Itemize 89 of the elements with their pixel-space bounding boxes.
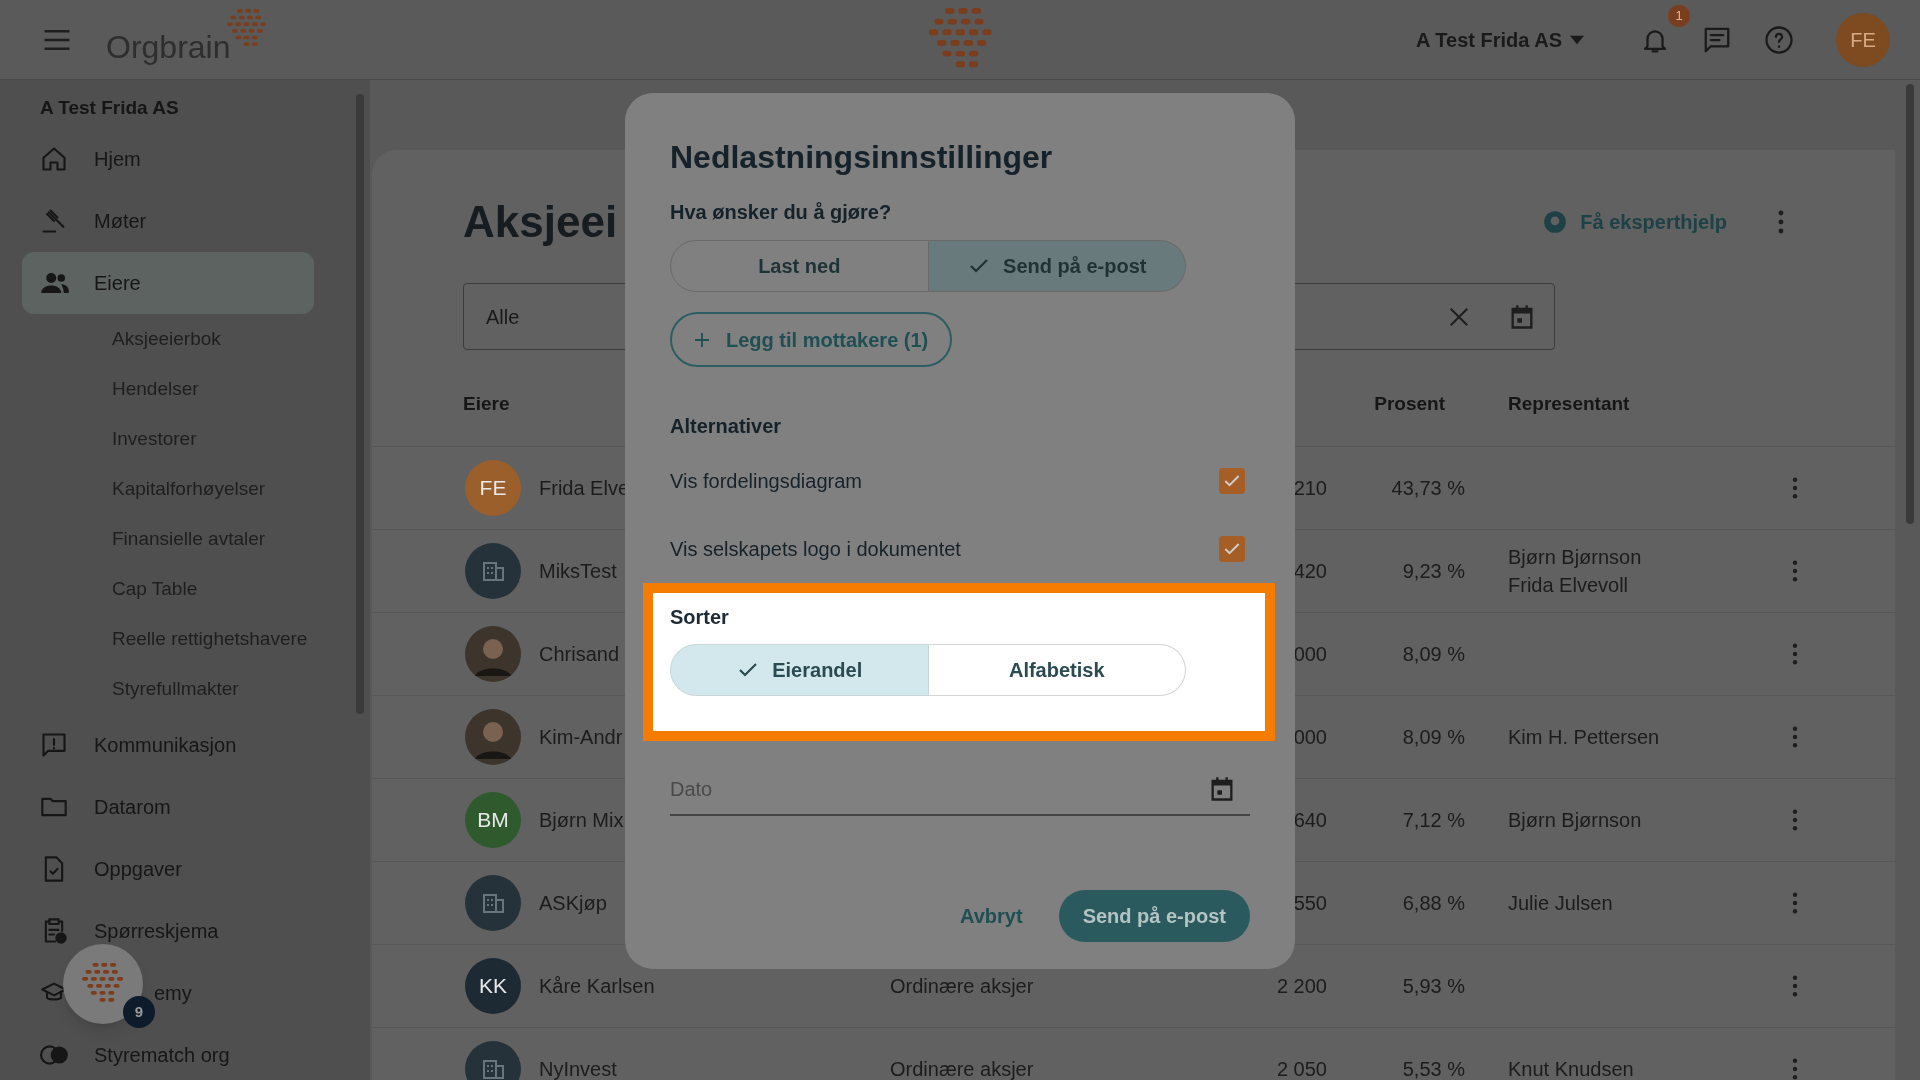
menu-icon[interactable]	[42, 27, 72, 52]
owner-name[interactable]: ASKjøp	[539, 892, 607, 914]
ownership-percent: 6,88 %	[1402, 892, 1465, 914]
row-menu-icon[interactable]	[1792, 643, 1798, 665]
sidebar-item[interactable]: Oppgaver	[94, 854, 182, 884]
share-count: 210	[1293, 477, 1327, 499]
home-icon	[40, 145, 68, 173]
expert-help-link[interactable]: Få eksperthjelp	[1542, 207, 1727, 237]
ownership-percent: 8,09 %	[1402, 726, 1465, 748]
representative-name: Frida Elvevoll	[1508, 573, 1630, 598]
sidebar-item[interactable]: Kommunikasjon	[94, 730, 237, 760]
user-avatar[interactable]: FE	[1836, 12, 1890, 67]
column-header[interactable]: Prosent	[1327, 389, 1445, 419]
sidebar-item[interactable]: Datarom	[94, 792, 171, 822]
row-menu-icon[interactable]	[1792, 809, 1798, 831]
share-count: 000	[1293, 643, 1327, 665]
ownership-percent: 5,53 %	[1402, 1058, 1465, 1080]
row-menu-icon[interactable]	[1792, 726, 1798, 748]
row-menu-icon[interactable]	[1792, 892, 1798, 914]
share-count: 550	[1293, 892, 1327, 914]
clear-icon[interactable]	[1448, 305, 1470, 328]
company-selector[interactable]: A Test Frida AS	[1416, 24, 1584, 55]
avatar: KK	[465, 958, 521, 1014]
share-count: 640	[1293, 809, 1327, 831]
ownership-percent: 7,12 %	[1402, 809, 1465, 831]
company-avatar-icon	[465, 875, 521, 931]
checkbox[interactable]	[1219, 468, 1245, 494]
caret-icon	[1570, 34, 1584, 45]
column-header[interactable]: Representant	[1508, 389, 1630, 419]
scrollbar[interactable]	[1906, 84, 1914, 524]
sidebar-item[interactable]: Møter	[94, 206, 147, 236]
section-heading: Alternativer	[670, 414, 783, 438]
notification-count: 1	[1668, 4, 1690, 27]
sidebar-item[interactable]: Spørreskjema	[94, 916, 219, 946]
row-menu-icon[interactable]	[1792, 975, 1798, 997]
toggle-option[interactable]: Eierandel	[670, 644, 929, 696]
share-count: 2 050	[1276, 1058, 1327, 1080]
section-heading: Sorter	[670, 605, 730, 629]
option-label: Vis fordelingsdiagram	[670, 469, 862, 494]
row-menu-icon[interactable]	[1792, 1058, 1798, 1080]
company-avatar-icon	[465, 543, 521, 599]
send-email-button[interactable]: Send på e-post	[1058, 890, 1250, 942]
sidebar-item[interactable]: emy	[154, 978, 192, 1008]
toggle-option[interactable]: Last ned	[670, 240, 929, 292]
cancel-button[interactable]: Avbryt	[954, 890, 1029, 942]
help-badge: 9	[123, 996, 155, 1028]
company-name: A Test Frida AS	[39, 96, 180, 118]
person-avatar-icon	[465, 709, 521, 765]
share-class: Ordinære aksjer	[890, 1058, 1034, 1080]
add-recipients-button[interactable]: Legg til mottakere (1)	[670, 312, 953, 367]
checkbox[interactable]	[1219, 536, 1245, 562]
toggle-option[interactable]: Alfabetisk	[928, 644, 1186, 696]
avatar: FE	[465, 460, 521, 516]
avatar: BM	[465, 792, 521, 848]
sidebar-item[interactable]: Hjem	[94, 144, 141, 174]
page-title: Aksjeei	[463, 196, 618, 248]
chat-alert-icon	[40, 731, 68, 759]
representative-name: Julie Julsen	[1508, 891, 1614, 916]
brain-logo-icon	[82, 963, 124, 1005]
representative-name: Bjørn Bjørnson	[1508, 808, 1643, 833]
ownership-percent: 43,73 %	[1391, 477, 1465, 499]
ownership-percent: 5,93 %	[1402, 975, 1465, 997]
share-count: 420	[1293, 560, 1327, 582]
owner-name[interactable]: NyInvest	[539, 1058, 617, 1080]
person-avatar-icon	[465, 626, 521, 682]
ownership-percent: 8,09 %	[1402, 643, 1465, 665]
owner-name[interactable]: MiksTest	[539, 560, 617, 582]
representative-name: Bjørn Bjørnson	[1508, 545, 1643, 570]
representative-name: Knut Knudsen	[1508, 1057, 1635, 1080]
more-icon[interactable]	[1777, 210, 1785, 234]
owner-name[interactable]: Chrisand	[539, 643, 620, 665]
toggle-option[interactable]: Send på e-post	[928, 240, 1186, 292]
owner-name[interactable]: Kim-Andr	[539, 726, 623, 748]
row-menu-icon[interactable]	[1792, 477, 1798, 499]
row-menu-icon[interactable]	[1792, 560, 1798, 582]
question-label: Hva ønsker du å gjøre?	[670, 200, 893, 224]
plus-icon	[694, 331, 710, 348]
option-label: Vis selskapets logo i dokumentet	[670, 537, 961, 562]
ownership-percent: 9,23 %	[1402, 560, 1465, 582]
share-count: 000	[1293, 726, 1327, 748]
share-class: Ordinære aksjer	[890, 975, 1034, 997]
sidebar-item[interactable]: Styrematch org	[94, 1040, 230, 1070]
help-icon[interactable]	[1764, 24, 1794, 55]
representative-name: Kim H. Pettersen	[1508, 725, 1661, 750]
dialog-title: Nedlastningsinnstillinger	[670, 138, 1054, 177]
sidebar-item[interactable]: Eiere	[22, 252, 314, 314]
owner-name[interactable]: Bjørn Mix	[539, 809, 624, 831]
share-count: 2 200	[1276, 975, 1327, 997]
owner-name[interactable]: Kåre Karlsen	[539, 975, 655, 997]
